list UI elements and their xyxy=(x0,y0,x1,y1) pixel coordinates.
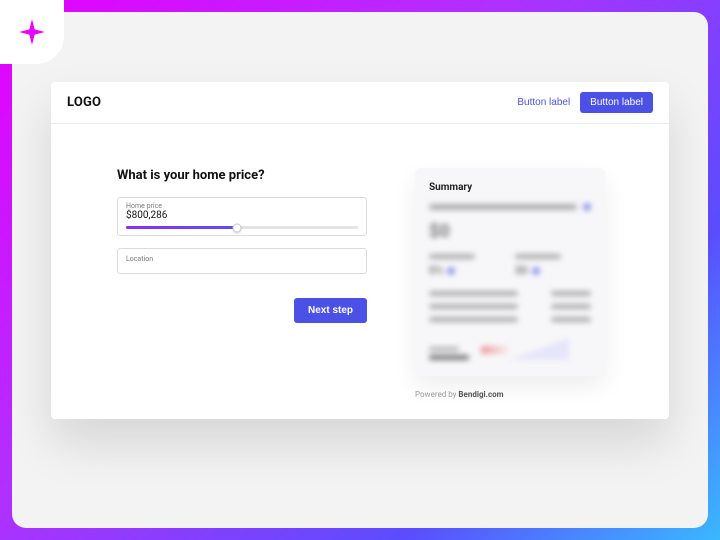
summary-col2-value: $0 xyxy=(515,264,528,277)
info-icon xyxy=(532,267,540,275)
page-title: What is your home price? xyxy=(117,168,367,183)
workspace: LOGO Button label Button label What is y… xyxy=(12,12,708,528)
home-price-field[interactable]: Home price $800,286 xyxy=(117,197,367,236)
brand-notch xyxy=(0,0,64,64)
form-column: What is your home price? Home price $800… xyxy=(117,168,367,399)
header-primary-button[interactable]: Button label xyxy=(580,92,653,113)
summary-column: Summary $0 0% xyxy=(415,168,605,399)
powered-by: Powered by Bendigi.com xyxy=(415,390,605,399)
home-price-slider[interactable] xyxy=(118,226,366,235)
summary-panel: Summary $0 0% xyxy=(415,168,605,376)
slider-thumb[interactable] xyxy=(233,223,242,232)
home-price-label: Home price xyxy=(118,198,366,210)
powered-by-name: Bendigi.com xyxy=(458,390,503,399)
app-card: LOGO Button label Button label What is y… xyxy=(51,82,669,419)
sparkle-icon xyxy=(18,18,46,46)
form-actions: Next step xyxy=(117,298,367,323)
location-label: Location xyxy=(118,249,366,263)
home-price-value: $800,286 xyxy=(118,210,366,226)
info-icon xyxy=(447,267,455,275)
header-link-button[interactable]: Button label xyxy=(517,97,570,108)
slider-fill xyxy=(126,226,237,229)
summary-main-value: $0 xyxy=(429,221,591,242)
info-icon xyxy=(583,203,591,211)
card-body: What is your home price? Home price $800… xyxy=(51,124,669,419)
slider-track xyxy=(126,226,358,229)
header-actions: Button label Button label xyxy=(517,92,653,113)
location-field[interactable]: Location xyxy=(117,248,367,274)
summary-title: Summary xyxy=(429,182,591,193)
logo: LOGO xyxy=(67,95,101,110)
card-header: LOGO Button label Button label xyxy=(51,82,669,124)
summary-col1-value: 0% xyxy=(429,264,443,277)
summary-blurred-content: $0 0% $0 xyxy=(429,203,591,360)
summary-chart xyxy=(429,332,591,360)
next-step-button[interactable]: Next step xyxy=(294,298,367,323)
